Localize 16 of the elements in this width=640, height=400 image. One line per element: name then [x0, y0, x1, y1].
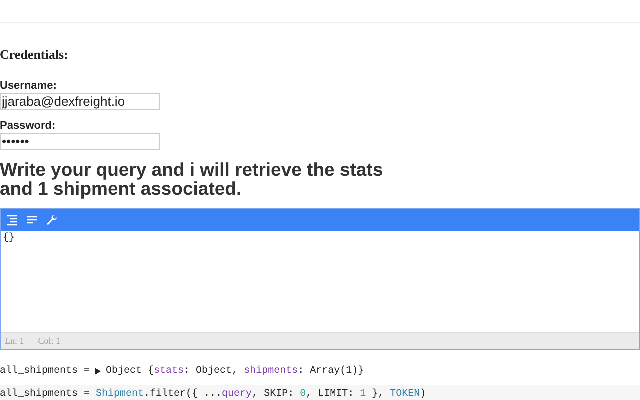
input-field[interactable]: ••••••: [0, 133, 160, 150]
section-title: Credentials:: [0, 46, 70, 64]
field-label: Password:: [0, 120, 56, 133]
wrench-icon[interactable]: [46, 214, 58, 226]
editor-text: {}: [3, 233, 16, 244]
expand-triangle-icon[interactable]: [95, 368, 102, 374]
input-field[interactable]: jjaraba@dexfreight.io: [0, 93, 160, 110]
status-text: Col: 1: [38, 336, 61, 346]
code-editor[interactable]: {} Ln: 1 Col: 1: [0, 208, 640, 350]
field-label: Username:: [0, 80, 57, 93]
indent-icon[interactable]: [6, 214, 18, 226]
status-text: Ln: 1: [5, 336, 24, 346]
heading: Write your query and i will retrieve the stats and 1 shipment associated.: [0, 160, 384, 198]
format-lines-icon[interactable]: [26, 214, 38, 226]
object-summary: Object {stats: Object, shipments: Array(1)}: [106, 366, 364, 376]
variable-name: all_shipments =: [0, 366, 90, 376]
